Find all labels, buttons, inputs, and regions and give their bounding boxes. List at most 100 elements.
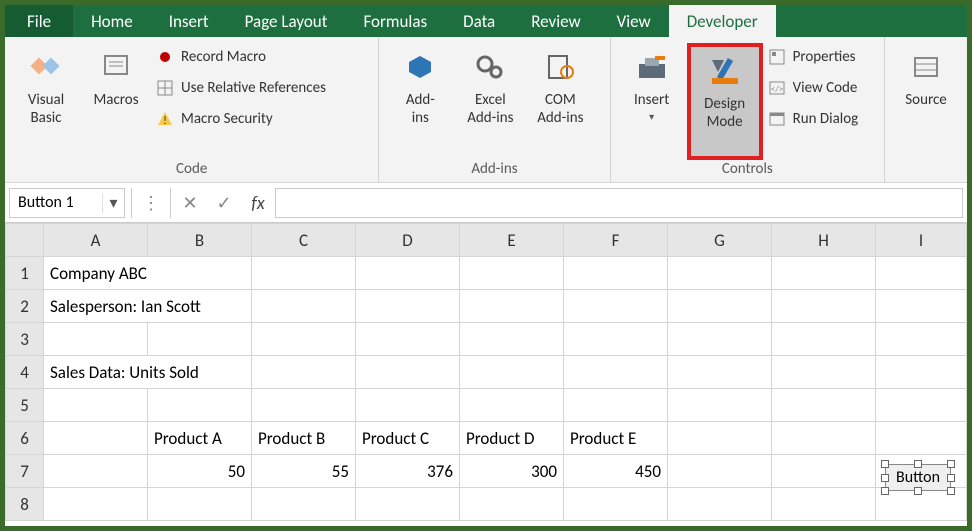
cell[interactable] <box>460 389 564 422</box>
row-header-8[interactable]: 8 <box>6 488 44 521</box>
cell[interactable] <box>564 356 668 389</box>
cell[interactable] <box>44 323 148 356</box>
cell[interactable] <box>772 290 876 323</box>
cell[interactable] <box>772 323 876 356</box>
cell[interactable] <box>876 290 967 323</box>
row-header-7[interactable]: 7 <box>6 455 44 488</box>
cell-A4[interactable]: Sales Data: Units Sold <box>44 356 252 389</box>
col-header-D[interactable]: D <box>356 224 460 257</box>
tab-file[interactable]: File <box>5 5 73 37</box>
cell[interactable] <box>668 290 772 323</box>
cell[interactable] <box>876 323 967 356</box>
cell[interactable] <box>460 257 564 290</box>
resize-handle[interactable] <box>914 460 922 468</box>
tab-insert[interactable]: Insert <box>151 5 227 37</box>
cell-A2[interactable]: Salesperson: Ian Scott <box>44 290 252 323</box>
tab-view[interactable]: View <box>599 5 669 37</box>
cell[interactable] <box>148 389 252 422</box>
cell[interactable] <box>564 257 668 290</box>
fx-button[interactable]: fx <box>241 188 275 218</box>
name-box-input[interactable] <box>10 193 102 212</box>
expand-button[interactable]: ⋮ <box>134 188 168 218</box>
cell[interactable] <box>252 290 356 323</box>
cell[interactable] <box>668 257 772 290</box>
tab-page-layout[interactable]: Page Layout <box>227 5 346 37</box>
excel-addins-button[interactable]: Excel Add-ins <box>455 43 525 160</box>
cell[interactable] <box>252 257 356 290</box>
cell[interactable] <box>148 488 252 521</box>
cell[interactable] <box>564 389 668 422</box>
col-header-G[interactable]: G <box>668 224 772 257</box>
cell[interactable] <box>44 389 148 422</box>
resize-handle[interactable] <box>881 487 889 495</box>
addins-button[interactable]: Add- ins <box>385 43 455 160</box>
cell[interactable] <box>876 257 967 290</box>
record-macro-button[interactable]: Record Macro <box>155 43 326 71</box>
col-header-E[interactable]: E <box>460 224 564 257</box>
col-header-H[interactable]: H <box>772 224 876 257</box>
cell[interactable] <box>460 488 564 521</box>
cell[interactable] <box>356 290 460 323</box>
resize-handle[interactable] <box>881 474 889 482</box>
cell[interactable] <box>356 389 460 422</box>
resize-handle[interactable] <box>914 487 922 495</box>
source-button[interactable]: Source <box>891 43 961 178</box>
cell-A1[interactable]: Company ABC <box>44 257 252 290</box>
enter-button[interactable]: ✓ <box>207 188 241 218</box>
form-button-object[interactable]: Button <box>885 464 951 491</box>
com-addins-button[interactable]: COM Add-ins <box>525 43 595 160</box>
cell[interactable] <box>148 323 252 356</box>
cell[interactable] <box>564 290 668 323</box>
cell-F6[interactable]: Product E <box>564 422 668 455</box>
name-box-dropdown[interactable]: ▾ <box>102 193 124 213</box>
cell[interactable] <box>772 389 876 422</box>
relative-refs-button[interactable]: Use Relative References <box>155 74 326 102</box>
cell-D7[interactable]: 376 <box>356 455 460 488</box>
cell[interactable] <box>668 455 772 488</box>
resize-handle[interactable] <box>947 474 955 482</box>
resize-handle[interactable] <box>947 487 955 495</box>
cell[interactable] <box>876 422 967 455</box>
cell[interactable] <box>668 422 772 455</box>
resize-handle[interactable] <box>881 460 889 468</box>
cell[interactable] <box>772 257 876 290</box>
row-header-5[interactable]: 5 <box>6 389 44 422</box>
cell[interactable] <box>772 455 876 488</box>
col-header-F[interactable]: F <box>564 224 668 257</box>
run-dialog-button[interactable]: Run Dialog <box>767 105 859 133</box>
design-mode-button[interactable]: Design Mode <box>687 43 763 160</box>
visual-basic-button[interactable]: Visual Basic <box>11 43 81 160</box>
cell[interactable] <box>44 422 148 455</box>
select-all-corner[interactable] <box>6 224 44 257</box>
cell[interactable] <box>460 323 564 356</box>
cell[interactable] <box>252 488 356 521</box>
cell[interactable] <box>564 323 668 356</box>
tab-review[interactable]: Review <box>513 5 598 37</box>
row-header-2[interactable]: 2 <box>6 290 44 323</box>
row-header-1[interactable]: 1 <box>6 257 44 290</box>
col-header-C[interactable]: C <box>252 224 356 257</box>
cell[interactable] <box>460 356 564 389</box>
cell[interactable] <box>356 488 460 521</box>
cell[interactable] <box>356 356 460 389</box>
col-header-B[interactable]: B <box>148 224 252 257</box>
cell[interactable] <box>252 389 356 422</box>
cell[interactable] <box>772 422 876 455</box>
cell[interactable] <box>876 356 967 389</box>
macros-button[interactable]: Macros <box>81 43 151 160</box>
cell[interactable] <box>356 323 460 356</box>
cell[interactable] <box>772 356 876 389</box>
view-code-button[interactable]: </>View Code <box>767 74 859 102</box>
cell-B7[interactable]: 50 <box>148 455 252 488</box>
tab-developer[interactable]: Developer <box>669 5 776 37</box>
tab-data[interactable]: Data <box>445 5 513 37</box>
cell[interactable] <box>564 488 668 521</box>
properties-button[interactable]: Properties <box>767 43 859 71</box>
cell-B6[interactable]: Product A <box>148 422 252 455</box>
name-box[interactable]: ▾ <box>9 188 125 218</box>
cell-D6[interactable]: Product C <box>356 422 460 455</box>
cell[interactable] <box>876 389 967 422</box>
cell[interactable] <box>356 257 460 290</box>
cell[interactable] <box>460 290 564 323</box>
macro-security-button[interactable]: !Macro Security <box>155 105 326 133</box>
